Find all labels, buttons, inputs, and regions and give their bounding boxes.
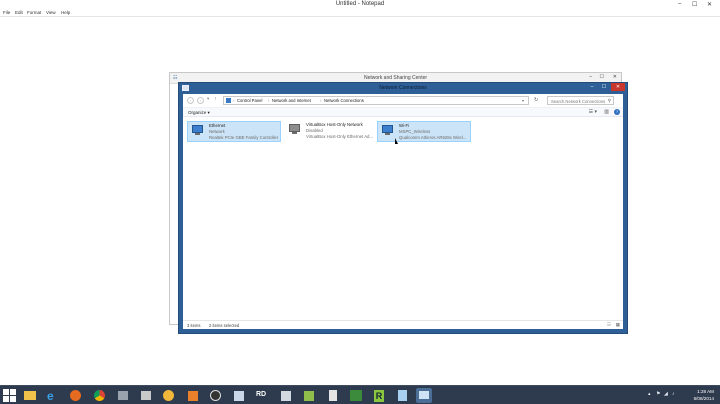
command-bar: Organize ▾ ☰ ▾ ▥ ? — [183, 107, 623, 117]
tray-chevron-icon[interactable]: ▴ — [648, 391, 651, 397]
list-item-ethernet[interactable]: Ethernet Network Realtek PCIe GBE Family… — [187, 121, 281, 142]
volume-icon[interactable]: ♪ — [672, 391, 675, 397]
nc-titlebar: Network Connections – ☐ ✕ — [179, 83, 627, 93]
search-icon[interactable]: ⚲ — [608, 98, 611, 104]
r-app-icon[interactable]: R — [371, 388, 387, 403]
change-view-icon[interactable]: ☰ ▾ — [589, 109, 597, 115]
breadcrumb-network-connections[interactable]: Network Connections — [324, 98, 364, 103]
large-icons-view-icon[interactable]: ▦ — [616, 322, 620, 328]
nsc-close-button[interactable]: ✕ — [613, 74, 617, 80]
back-arrow-icon[interactable]: ‹ — [187, 97, 194, 104]
firefox-icon[interactable] — [68, 388, 84, 403]
list-item-wifi[interactable]: Wi-Fi MSPC_Wireless Qualcomm Atheros AR9… — [377, 121, 471, 142]
nc-minimize-button[interactable]: – — [587, 83, 597, 91]
notepad-icon[interactable] — [394, 388, 410, 403]
nc-close-button[interactable]: ✕ — [611, 83, 625, 91]
game-icon[interactable] — [208, 388, 224, 403]
video-icon[interactable] — [161, 388, 177, 403]
maximize-button[interactable]: ☐ — [692, 1, 697, 8]
breadcrumb-chevron-icon: › — [268, 98, 270, 103]
nsc-minimize-button[interactable]: – — [589, 74, 592, 80]
search-placeholder: Search Network Connections — [551, 98, 606, 104]
connections-list: Ethernet Network Realtek PCIe GBE Family… — [183, 117, 623, 322]
address-dropdown-icon[interactable]: ▾ — [522, 98, 524, 103]
network-connections-window: Network Connections – ☐ ✕ ‹ › ▾ ↑ › Cont… — [178, 82, 628, 334]
control-panel-icon — [226, 98, 231, 103]
connection-device: Realtek PCIe GBE Family Controller — [209, 135, 279, 140]
clock-time: 1:28 AM — [697, 389, 714, 394]
preview-pane-icon[interactable]: ▥ — [604, 109, 609, 115]
address-bar[interactable]: › Control Panel › Network and Internet ›… — [223, 96, 529, 105]
breadcrumb-network-internet[interactable]: Network and Internet — [272, 98, 311, 103]
mouse-cursor-icon — [395, 138, 398, 144]
menu-help[interactable]: Help — [61, 10, 70, 15]
tool-icon[interactable] — [115, 388, 131, 403]
menu-format[interactable]: Format — [27, 10, 41, 15]
flag-icon[interactable]: ⚑ — [656, 391, 660, 397]
onenote-icon[interactable] — [185, 388, 201, 403]
forward-arrow-icon[interactable]: › — [197, 97, 204, 104]
status-bar: 3 items 2 items selected ☷ ▦ — [183, 320, 623, 329]
breadcrumb-control-panel[interactable]: Control Panel — [237, 98, 262, 103]
organize-label: Organize — [188, 110, 207, 115]
help-icon[interactable]: ? — [614, 109, 620, 115]
menu-view[interactable]: View — [46, 10, 56, 15]
spreadsheet-icon[interactable] — [301, 388, 317, 403]
item-count: 3 items — [187, 323, 201, 328]
wifi-signal-icon[interactable]: ◢ — [664, 391, 668, 397]
list-item-virtualbox[interactable]: VirtualBox Host-Only Network Disabled Vi… — [285, 121, 377, 142]
selected-count: 2 items selected — [209, 323, 240, 328]
nc-maximize-button[interactable]: ☐ — [599, 83, 609, 91]
remote-desktop-icon[interactable]: RD — [255, 388, 271, 403]
file-explorer-icon[interactable] — [22, 388, 38, 403]
remote-desktop-label: RD — [256, 391, 267, 398]
breadcrumb-chevron-icon: › — [320, 98, 322, 103]
network-monitor-disabled-icon — [288, 124, 302, 136]
menu-edit[interactable]: Edit — [15, 10, 23, 15]
up-arrow-icon[interactable]: ↑ — [214, 96, 217, 102]
media-player-icon[interactable] — [138, 388, 154, 403]
paint-icon[interactable] — [231, 388, 247, 403]
nc-title: Network Connections — [379, 85, 427, 91]
nsc-title: Network and Sharing Center — [363, 75, 428, 81]
organize-button[interactable]: Organize ▾ — [188, 110, 210, 116]
connection-device: Qualcomm Atheros AR928x Wirel... — [399, 135, 467, 140]
details-view-icon[interactable]: ☷ — [607, 322, 611, 328]
connection-device: VirtualBox Host-Only Ethernet Ad... — [306, 134, 374, 139]
network-monitor-icon — [191, 125, 205, 137]
calculator-icon[interactable] — [325, 388, 341, 403]
start-button[interactable] — [3, 389, 16, 402]
clock-date: 6/08/2014 — [693, 396, 714, 401]
internet-explorer-icon[interactable]: e — [45, 388, 61, 403]
menu-file[interactable]: File — [3, 10, 10, 15]
generic-app-icon[interactable] — [278, 388, 294, 403]
notepad-menubar: File Edit Format View Help — [0, 9, 720, 17]
minimize-button[interactable]: – — [678, 1, 681, 7]
notepad-title: Untitled - Notepad — [335, 1, 385, 7]
network-icon[interactable] — [348, 388, 364, 403]
r-app-label: R — [374, 390, 384, 402]
clock[interactable]: 1:28 AM 6/08/2014 — [694, 388, 714, 402]
network-connections-icon[interactable] — [416, 388, 432, 403]
notepad-titlebar: Untitled - Notepad – ☐ ✕ — [0, 0, 720, 9]
chrome-icon[interactable] — [92, 388, 108, 403]
taskbar: e RD R ▴ ⚑ ◢ ♪ 1:28 AM 6/08/2014 — [0, 385, 720, 404]
breadcrumb-chevron-icon: › — [233, 98, 235, 103]
refresh-icon[interactable]: ↻ — [534, 97, 538, 103]
address-row: ‹ › ▾ ↑ › Control Panel › Network and In… — [183, 94, 623, 107]
search-input[interactable]: Search Network Connections ⚲ — [547, 96, 614, 105]
close-button[interactable]: ✕ — [707, 1, 712, 8]
chevron-down-icon[interactable]: ▾ — [207, 96, 209, 102]
nc-client-area: ‹ › ▾ ↑ › Control Panel › Network and In… — [183, 94, 623, 329]
nsc-maximize-button[interactable]: ☐ — [600, 74, 604, 80]
wifi-monitor-icon — [381, 125, 395, 137]
